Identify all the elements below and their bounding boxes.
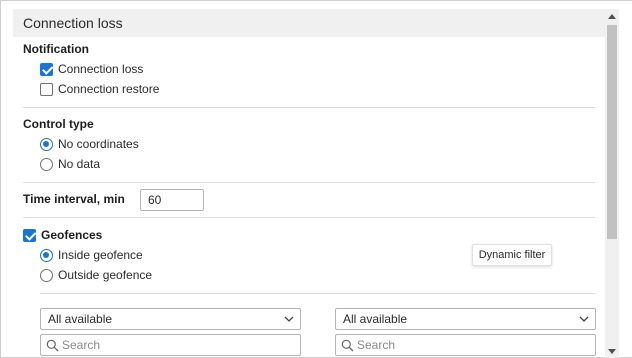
radio-no-coordinates-label: No coordinates bbox=[58, 137, 139, 151]
checkbox-connection-restore-label: Connection restore bbox=[58, 82, 160, 96]
notification-title: Notification bbox=[23, 42, 89, 56]
scroll-down-icon[interactable] bbox=[608, 349, 616, 355]
geofences-label: Geofences bbox=[41, 228, 103, 242]
divider bbox=[23, 107, 595, 108]
checkbox-geofences[interactable]: Geofences bbox=[23, 227, 102, 243]
scrollbar-thumb[interactable] bbox=[607, 25, 617, 239]
radio-button[interactable] bbox=[40, 268, 53, 282]
dynamic-filter-tooltip: Dynamic filter bbox=[472, 244, 552, 266]
checkbox-connection-loss-label: Connection loss bbox=[58, 62, 144, 76]
time-interval-input[interactable]: 60 bbox=[140, 189, 204, 211]
radio-button[interactable] bbox=[40, 137, 53, 151]
radio-no-data[interactable]: No data bbox=[40, 156, 100, 172]
radio-no-data-label: No data bbox=[58, 157, 101, 171]
radio-inside-geofence[interactable]: Inside geofence bbox=[40, 247, 143, 263]
radio-inside-geofence-label: Inside geofence bbox=[58, 248, 143, 262]
vertical-scrollbar[interactable] bbox=[605, 9, 619, 358]
panel-title: Connection loss bbox=[23, 15, 123, 31]
time-interval-label: Time interval, min bbox=[23, 192, 125, 206]
checkbox-connection-restore[interactable]: Connection restore bbox=[40, 81, 159, 97]
left-geofence-select[interactable]: All available bbox=[40, 308, 301, 330]
search-icon bbox=[46, 339, 59, 352]
left-select-value: All available bbox=[48, 312, 113, 326]
control-type-title: Control type bbox=[23, 117, 94, 131]
check-icon[interactable] bbox=[40, 62, 53, 76]
checkbox-connection-loss[interactable]: Connection loss bbox=[40, 61, 143, 77]
chevron-down-icon bbox=[579, 316, 589, 322]
radio-button[interactable] bbox=[40, 248, 53, 262]
connection-loss-panel: Connection loss Notification Connection … bbox=[0, 0, 632, 358]
right-search-placeholder: Search bbox=[357, 338, 396, 352]
radio-outside-geofence[interactable]: Outside geofence bbox=[40, 267, 152, 283]
divider bbox=[23, 217, 595, 218]
search-icon bbox=[341, 339, 354, 352]
left-search-placeholder: Search bbox=[62, 338, 101, 352]
radio-outside-geofence-label: Outside geofence bbox=[58, 268, 153, 282]
checkbox-box[interactable] bbox=[40, 82, 53, 96]
right-search-input[interactable]: Search bbox=[335, 334, 596, 356]
radio-button[interactable] bbox=[40, 157, 53, 171]
scroll-up-icon[interactable] bbox=[608, 13, 616, 19]
left-search-input[interactable]: Search bbox=[40, 334, 301, 356]
radio-no-coordinates[interactable]: No coordinates bbox=[40, 136, 139, 152]
right-select-value: All available bbox=[343, 312, 408, 326]
chevron-down-icon bbox=[284, 316, 294, 322]
right-geofence-select[interactable]: All available bbox=[335, 308, 596, 330]
check-icon[interactable] bbox=[23, 228, 36, 242]
divider bbox=[23, 182, 595, 183]
panel-header: Connection loss bbox=[13, 9, 605, 37]
divider bbox=[40, 293, 595, 294]
